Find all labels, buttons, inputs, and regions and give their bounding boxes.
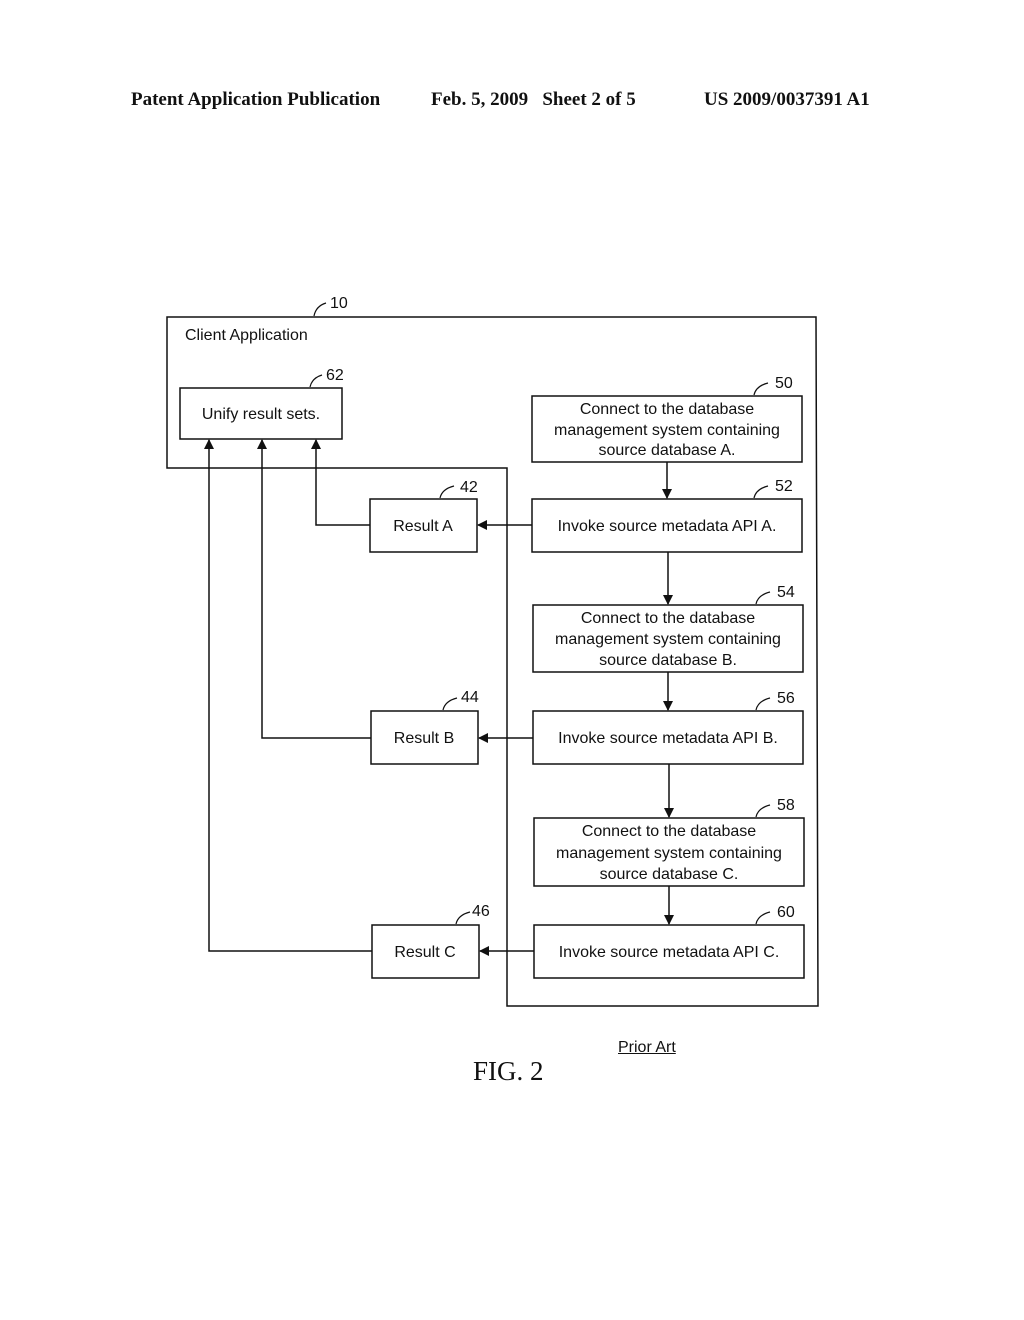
step-58-line-3: source database C. bbox=[600, 866, 739, 883]
ref-60: 60 bbox=[777, 904, 795, 921]
step-58-line-1: Connect to the database bbox=[582, 823, 756, 840]
step-56-box: Invoke source metadata API B. bbox=[532, 710, 804, 765]
ref-60-leader bbox=[755, 911, 771, 925]
figure-caption: FIG. 2 bbox=[473, 1056, 544, 1086]
result-b-label: Result B bbox=[394, 730, 454, 747]
step-56-label: Invoke source metadata API B. bbox=[558, 730, 778, 747]
client-application-label: Client Application bbox=[185, 327, 308, 344]
step-50-line-1: Connect to the database bbox=[580, 401, 754, 418]
ref-10: 10 bbox=[330, 295, 348, 312]
ref-52-leader bbox=[753, 485, 769, 499]
result-a-label: Result A bbox=[393, 518, 453, 535]
ref-56: 56 bbox=[777, 690, 795, 707]
result-a-box: Result A bbox=[369, 498, 478, 553]
arrow-result-a-to-unify bbox=[311, 439, 370, 526]
step-54-line-3: source database B. bbox=[599, 652, 737, 669]
ref-50-leader bbox=[753, 382, 769, 396]
arrow-result-c-to-unify bbox=[204, 439, 372, 952]
step-60-box: Invoke source metadata API C. bbox=[533, 924, 805, 979]
ref-54-leader bbox=[755, 591, 771, 605]
ref-44-leader bbox=[442, 697, 458, 711]
step-52-box: Invoke source metadata API A. bbox=[531, 498, 803, 553]
step-60-label: Invoke source metadata API C. bbox=[559, 944, 780, 961]
step-58-box: Connect to the database management syste… bbox=[533, 817, 805, 887]
unify-label: Unify result sets. bbox=[202, 406, 320, 423]
ref-62-leader bbox=[309, 374, 323, 388]
ref-58-leader bbox=[755, 804, 771, 818]
ref-42: 42 bbox=[460, 479, 478, 496]
step-50-line-2: management system containing bbox=[554, 422, 780, 439]
step-58-line-2: management system containing bbox=[556, 845, 782, 862]
result-b-box: Result B bbox=[370, 710, 479, 765]
ref-46-leader bbox=[455, 911, 471, 925]
step-50-box: Connect to the database management syste… bbox=[531, 395, 803, 463]
ref-42-leader bbox=[439, 485, 455, 499]
ref-62: 62 bbox=[326, 367, 344, 384]
ref-44: 44 bbox=[461, 689, 479, 706]
ref-10-leader bbox=[313, 302, 327, 317]
ref-52: 52 bbox=[775, 478, 793, 495]
result-c-box: Result C bbox=[371, 924, 480, 979]
ref-56-leader bbox=[755, 697, 771, 711]
ref-58: 58 bbox=[777, 797, 795, 814]
prior-art-label: Prior Art bbox=[618, 1039, 676, 1056]
step-54-box: Connect to the database management syste… bbox=[532, 604, 804, 673]
result-c-label: Result C bbox=[394, 944, 455, 961]
ref-54: 54 bbox=[777, 584, 795, 601]
ref-50: 50 bbox=[775, 375, 793, 392]
ref-46: 46 bbox=[472, 903, 490, 920]
step-54-line-1: Connect to the database bbox=[581, 610, 755, 627]
flow-diagram: 10 Client Application Unify result sets.… bbox=[166, 295, 819, 1007]
step-50-line-3: source database A. bbox=[599, 442, 736, 459]
step-54-line-2: management system containing bbox=[555, 631, 781, 648]
step-52-label: Invoke source metadata API A. bbox=[558, 518, 777, 535]
unify-result-sets-box: Unify result sets. bbox=[179, 387, 343, 440]
